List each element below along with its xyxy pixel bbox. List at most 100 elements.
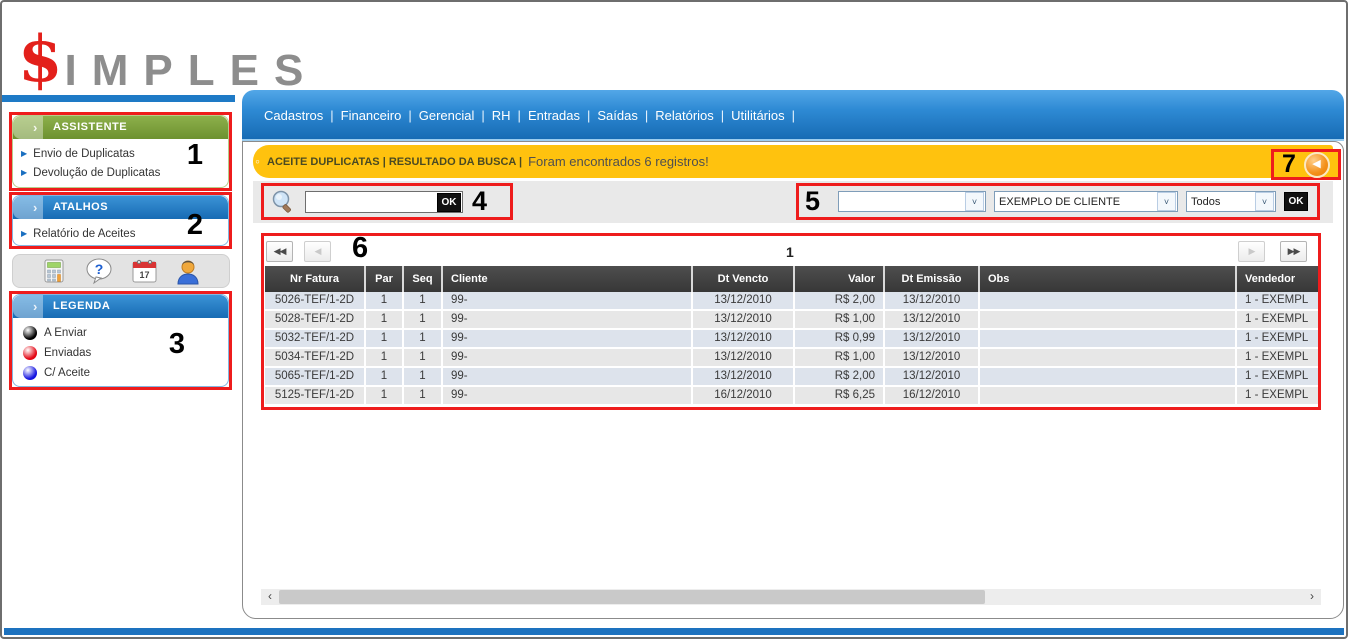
back-button[interactable]: ◀ bbox=[1304, 152, 1330, 178]
filter-select-todos-value: Todos bbox=[1187, 196, 1255, 208]
page-indicator: 1 bbox=[786, 244, 794, 260]
table-cell: 13/12/2010 bbox=[691, 349, 793, 366]
table-cell: R$ 2,00 bbox=[793, 368, 883, 385]
legend-label: A Enviar bbox=[44, 327, 87, 339]
nav-separator: | bbox=[408, 108, 411, 123]
table-cell: 1 - EXEMPL bbox=[1235, 387, 1318, 404]
nav-item-relatorios[interactable]: Relatórios bbox=[655, 108, 714, 123]
assistente-header: › ASSISTENTE bbox=[13, 116, 228, 139]
chevron-down-icon: ˅ bbox=[965, 192, 984, 211]
atalhos-title: ATALHOS bbox=[53, 201, 108, 213]
footer-bar bbox=[4, 628, 1344, 635]
table-cell: 13/12/2010 bbox=[883, 330, 978, 347]
table-cell bbox=[978, 368, 1235, 385]
table-cell: 1 bbox=[364, 387, 402, 404]
legend-item-a-enviar: A Enviar bbox=[19, 323, 224, 343]
search-ok-button[interactable]: OK bbox=[437, 193, 461, 212]
annotation-number-3: 3 bbox=[169, 330, 185, 359]
scroll-left-arrow[interactable]: ‹ bbox=[263, 589, 277, 605]
table-cell: 1 bbox=[364, 349, 402, 366]
filter-select-1[interactable]: ˅ bbox=[838, 191, 986, 212]
table-cell: R$ 0,99 bbox=[793, 330, 883, 347]
table-cell: 1 bbox=[402, 387, 441, 404]
annotation-box-3: › LEGENDA A Enviar Enviadas C/ Aceite 3 bbox=[9, 291, 232, 390]
help-icon[interactable]: ? bbox=[84, 257, 114, 285]
search-icon bbox=[270, 189, 296, 215]
assistente-title: ASSISTENTE bbox=[53, 121, 127, 133]
table-cell: R$ 2,00 bbox=[793, 292, 883, 309]
calculator-icon[interactable] bbox=[41, 258, 67, 284]
nav-separator: | bbox=[645, 108, 648, 123]
nav-separator: | bbox=[330, 108, 333, 123]
nav-item-gerencial[interactable]: Gerencial bbox=[419, 108, 475, 123]
table-cell: 1 - EXEMPL bbox=[1235, 311, 1318, 328]
table-cell: R$ 6,25 bbox=[793, 387, 883, 404]
prev-page-button[interactable]: ◀ bbox=[304, 241, 331, 262]
filter-select-client[interactable]: EXEMPLO DE CLIENTE ˅ bbox=[994, 191, 1178, 212]
table-cell: 1 bbox=[364, 292, 402, 309]
table-row[interactable]: 5032-TEF/1-2D1199-13/12/2010R$ 0,9913/12… bbox=[265, 330, 1318, 349]
table-cell: 99- bbox=[441, 330, 691, 347]
table-cell bbox=[978, 330, 1235, 347]
nav-item-cadastros[interactable]: Cadastros bbox=[264, 108, 323, 123]
nav-item-utilitarios[interactable]: Utilitários bbox=[731, 108, 784, 123]
nav-item-saidas[interactable]: Saídas bbox=[597, 108, 637, 123]
table-header-row: Nr FaturaParSeqClienteDt VenctoValorDt E… bbox=[265, 266, 1318, 292]
filter-select-client-value: EXEMPLO DE CLIENTE bbox=[995, 196, 1157, 208]
table-row[interactable]: 5028-TEF/1-2D1199-13/12/2010R$ 1,0013/12… bbox=[265, 311, 1318, 330]
table-row[interactable]: 5026-TEF/1-2D1199-13/12/2010R$ 2,0013/12… bbox=[265, 292, 1318, 311]
content-panel: ACEITE DUPLICATAS | RESULTADO DA BUSCA |… bbox=[242, 141, 1344, 619]
table-cell: 13/12/2010 bbox=[883, 349, 978, 366]
legend-dot-black bbox=[23, 326, 37, 340]
annotation-number-1: 1 bbox=[187, 141, 203, 170]
table-cell: 5065-TEF/1-2D bbox=[265, 368, 364, 385]
annotation-box-4: OK 4 bbox=[261, 183, 513, 220]
nav-item-rh[interactable]: RH bbox=[492, 108, 511, 123]
nav-separator: | bbox=[587, 108, 590, 123]
table-cell: R$ 1,00 bbox=[793, 311, 883, 328]
sidebar-item-label: Envio de Duplicatas bbox=[33, 148, 135, 160]
nav-separator: | bbox=[481, 108, 484, 123]
nav-separator: | bbox=[721, 108, 724, 123]
next-page-button[interactable]: ▶ bbox=[1238, 241, 1265, 262]
legend-dot-blue bbox=[23, 366, 37, 380]
table-cell: 13/12/2010 bbox=[691, 368, 793, 385]
svg-text:?: ? bbox=[95, 261, 104, 277]
table-cell: 1 - EXEMPL bbox=[1235, 292, 1318, 309]
column-header: Vendedor bbox=[1235, 266, 1318, 292]
scrollbar-thumb[interactable] bbox=[279, 590, 985, 604]
column-header: Par bbox=[364, 266, 402, 292]
calendar-icon[interactable]: 17 bbox=[131, 258, 158, 284]
table-cell: 1 bbox=[364, 368, 402, 385]
column-header: Nr Fatura bbox=[265, 266, 364, 292]
annotation-box-1: › ASSISTENTE ▶ Envio de Duplicatas ▶ Dev… bbox=[9, 112, 232, 191]
table-row[interactable]: 5065-TEF/1-2D1199-13/12/2010R$ 2,0013/12… bbox=[265, 368, 1318, 387]
legenda-panel: › LEGENDA A Enviar Enviadas C/ Aceite bbox=[12, 294, 229, 387]
banner-message: Foram encontrados 6 registros! bbox=[528, 154, 709, 169]
legenda-title: LEGENDA bbox=[53, 300, 110, 312]
first-page-button[interactable]: ◀◀ bbox=[266, 241, 293, 262]
nav-item-entradas[interactable]: Entradas bbox=[528, 108, 580, 123]
table-cell: 16/12/2010 bbox=[691, 387, 793, 404]
filter-ok-button[interactable]: OK bbox=[1284, 192, 1308, 211]
results-banner: ACEITE DUPLICATAS | RESULTADO DA BUSCA |… bbox=[253, 145, 1333, 178]
chevron-icon: › bbox=[33, 116, 38, 139]
back-arrow-icon: ◀ bbox=[1312, 159, 1320, 170]
last-page-button[interactable]: ▶▶ bbox=[1280, 241, 1307, 262]
annotation-box-5: 5 ˅ EXEMPLO DE CLIENTE ˅ Todos ˅ OK bbox=[796, 183, 1320, 220]
annotation-number-2: 2 bbox=[187, 211, 203, 240]
column-header: Valor bbox=[793, 266, 883, 292]
annotation-number-5: 5 bbox=[805, 188, 820, 215]
horizontal-scrollbar[interactable]: ‹ › bbox=[261, 589, 1321, 605]
table-cell: 13/12/2010 bbox=[691, 311, 793, 328]
table-cell: R$ 1,00 bbox=[793, 349, 883, 366]
legend-dot-red bbox=[23, 346, 37, 360]
chevron-icon: › bbox=[33, 295, 38, 318]
user-icon[interactable] bbox=[175, 258, 201, 285]
table-row[interactable]: 5125-TEF/1-2D1199-16/12/2010R$ 6,2516/12… bbox=[265, 387, 1318, 406]
scroll-right-arrow[interactable]: › bbox=[1305, 589, 1319, 605]
filter-select-todos[interactable]: Todos ˅ bbox=[1186, 191, 1276, 212]
table-cell: 1 bbox=[402, 292, 441, 309]
nav-item-financeiro[interactable]: Financeiro bbox=[341, 108, 402, 123]
table-row[interactable]: 5034-TEF/1-2D1199-13/12/2010R$ 1,0013/12… bbox=[265, 349, 1318, 368]
